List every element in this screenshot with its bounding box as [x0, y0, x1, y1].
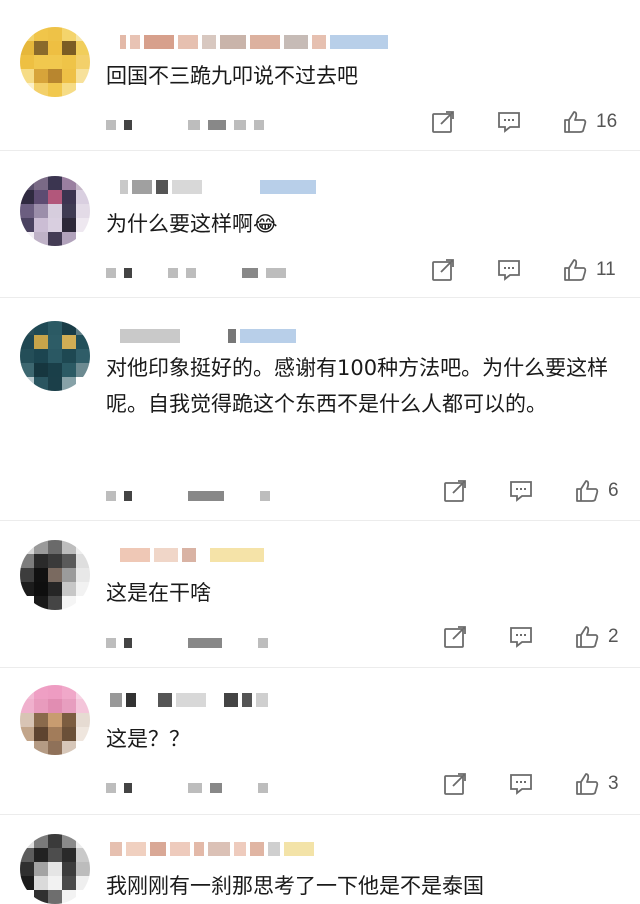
comment-actions: 2: [442, 623, 619, 651]
comment-text: 对他印象挺好的。感谢有100种方法吧。为什么要这样呢。自我觉得跪这个东西不是什么…: [106, 356, 609, 416]
comment-actions: 3: [442, 770, 619, 798]
like-count: 3: [608, 773, 619, 794]
comment-item: 我刚刚有一刹那思考了一下他是不是泰国: [0, 814, 640, 904]
share-icon[interactable]: [442, 624, 468, 650]
username-redacted[interactable]: [120, 178, 316, 196]
comment-item: 这是在干啥 2: [0, 520, 640, 667]
comment-timestamp-redacted: [106, 636, 268, 650]
comment-icon[interactable]: [508, 624, 534, 650]
thumbs-up-icon[interactable]: [562, 257, 588, 283]
avatar[interactable]: [20, 176, 90, 246]
comment-item: 对他印象挺好的。感谢有100种方法吧。为什么要这样呢。自我觉得跪这个东西不是什么…: [0, 297, 640, 520]
avatar[interactable]: [20, 834, 90, 904]
share-icon[interactable]: [430, 109, 456, 135]
comment-icon[interactable]: [508, 771, 534, 797]
share-icon[interactable]: [430, 257, 456, 283]
thumbs-up-icon[interactable]: [562, 109, 588, 135]
thumbs-up-icon[interactable]: [574, 478, 600, 504]
thumbs-up-icon[interactable]: [574, 624, 600, 650]
comment-item: 这是？？ 3: [0, 667, 640, 814]
comment-text: 回国不三跪九叩说不过去吧: [106, 64, 358, 88]
username-redacted[interactable]: [120, 546, 264, 564]
comment-icon[interactable]: [508, 478, 534, 504]
comment-actions: 16: [430, 108, 617, 136]
comment-icon[interactable]: [496, 257, 522, 283]
comment-item: 为什么要这样啊😂 11: [0, 150, 640, 297]
comment-text: 这是？？: [106, 727, 190, 751]
thumbs-up-icon[interactable]: [574, 771, 600, 797]
like-count: 2: [608, 626, 619, 647]
like-count: 11: [596, 259, 616, 280]
avatar[interactable]: [20, 321, 90, 391]
username-redacted[interactable]: [120, 33, 388, 51]
comment-text: 为什么要这样啊😂: [106, 212, 278, 236]
username-redacted[interactable]: [110, 691, 268, 709]
like-count: 16: [596, 111, 618, 132]
comment-timestamp-redacted: [106, 118, 264, 132]
comment-item: 回国不三跪九叩说不过去吧 16: [0, 0, 640, 150]
avatar[interactable]: [20, 540, 90, 610]
comment-icon[interactable]: [496, 109, 522, 135]
comment-text: 我刚刚有一刹那思考了一下他是不是泰国: [106, 874, 484, 898]
share-icon[interactable]: [442, 478, 468, 504]
share-icon[interactable]: [442, 771, 468, 797]
avatar[interactable]: [20, 27, 90, 97]
comment-actions: 11: [430, 256, 616, 284]
username-redacted[interactable]: [110, 840, 314, 858]
username-redacted[interactable]: [120, 327, 296, 345]
comment-actions: 6: [442, 477, 619, 505]
comment-text: 这是在干啥: [106, 581, 211, 605]
comment-timestamp-redacted: [106, 781, 268, 795]
comment-timestamp-redacted: [106, 489, 270, 503]
like-count: 6: [608, 480, 619, 501]
avatar[interactable]: [20, 685, 90, 755]
comment-timestamp-redacted: [106, 266, 286, 280]
